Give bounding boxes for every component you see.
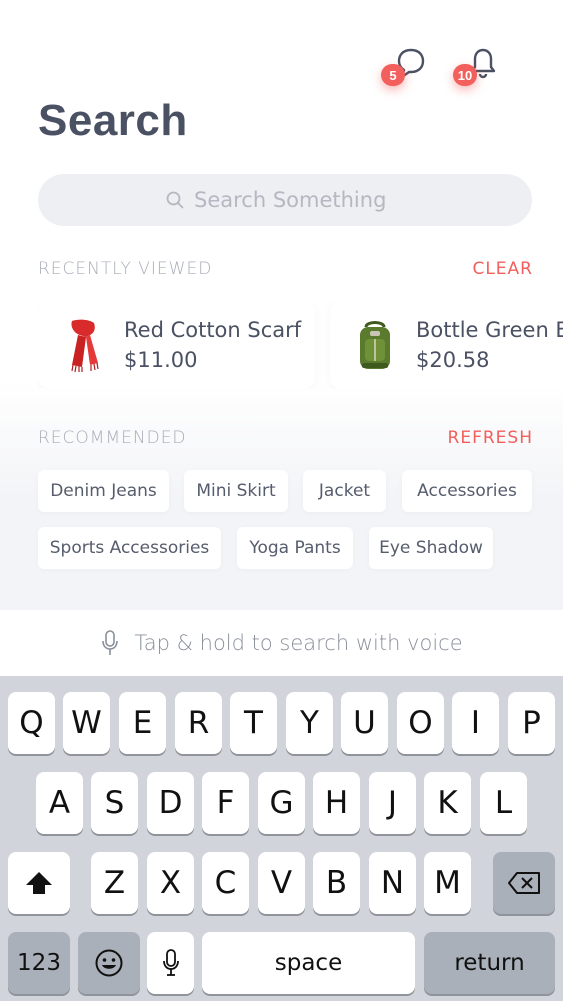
key-c[interactable]: C xyxy=(202,852,249,914)
recent-item-name: Bottle Green Ba xyxy=(416,318,563,342)
key-l[interactable]: L xyxy=(480,772,527,834)
chip-sports-accessories[interactable]: Sports Accessories xyxy=(38,527,221,569)
key-b[interactable]: B xyxy=(313,852,360,914)
key-h[interactable]: H xyxy=(313,772,360,834)
key-w[interactable]: W xyxy=(63,692,110,754)
refresh-button[interactable]: REFRESH xyxy=(448,428,533,448)
shift-key[interactable] xyxy=(8,852,70,914)
microphone-icon xyxy=(102,630,119,655)
space-key[interactable]: space xyxy=(202,932,415,994)
key-j[interactable]: J xyxy=(369,772,416,834)
numbers-key[interactable]: 123 xyxy=(8,932,70,994)
notifications-badge: 10 xyxy=(453,64,477,86)
backspace-key[interactable] xyxy=(493,852,555,914)
key-n[interactable]: N xyxy=(369,852,416,914)
key-q[interactable]: Q xyxy=(8,692,55,754)
search-input[interactable] xyxy=(194,188,404,212)
chip-eye-shadow[interactable]: Eye Shadow xyxy=(369,527,493,569)
key-t[interactable]: T xyxy=(230,692,277,754)
key-s[interactable]: S xyxy=(91,772,138,834)
key-k[interactable]: K xyxy=(424,772,471,834)
emoji-key[interactable] xyxy=(78,932,140,994)
chip-accessories[interactable]: Accessories xyxy=(402,470,532,512)
recent-item-text: Bottle Green Ba $20.58 xyxy=(416,318,563,372)
recent-item-text: Red Cotton Scarf $11.00 xyxy=(124,318,301,372)
key-i[interactable]: I xyxy=(452,692,499,754)
backpack-icon xyxy=(360,321,390,369)
search-bar[interactable] xyxy=(38,174,532,226)
voice-search-bar[interactable]: Tap & hold to search with voice xyxy=(0,610,563,676)
key-m[interactable]: M xyxy=(424,852,471,914)
key-f[interactable]: F xyxy=(202,772,249,834)
chip-denim-jeans[interactable]: Denim Jeans xyxy=(38,470,169,512)
voice-hint: Tap & hold to search with voice xyxy=(134,631,463,655)
recently-viewed-list: Red Cotton Scarf $11.00 Bottle Green Ba … xyxy=(38,302,563,388)
key-u[interactable]: U xyxy=(341,692,388,754)
chip-mini-skirt[interactable]: Mini Skirt xyxy=(184,470,288,512)
recent-item-price: $20.58 xyxy=(416,348,490,372)
emoji-icon xyxy=(95,949,123,977)
dictation-key[interactable] xyxy=(147,932,194,994)
key-r[interactable]: R xyxy=(175,692,222,754)
recent-item-name: Red Cotton Scarf xyxy=(124,318,302,342)
key-a[interactable]: A xyxy=(36,772,83,834)
chip-jacket[interactable]: Jacket xyxy=(303,470,386,512)
key-d[interactable]: D xyxy=(147,772,194,834)
return-key[interactable]: return xyxy=(424,932,555,994)
page-title: Search xyxy=(38,96,188,145)
backspace-icon xyxy=(508,872,540,894)
messages-badge: 5 xyxy=(381,64,405,86)
scarf-icon xyxy=(71,319,99,373)
chip-yoga-pants[interactable]: Yoga Pants xyxy=(237,527,353,569)
keyboard: Q W E R T Y U O I P A S D F G H J K L Z … xyxy=(0,676,563,1001)
notifications-button[interactable]: 10 xyxy=(453,46,499,86)
key-e[interactable]: E xyxy=(119,692,166,754)
microphone-icon xyxy=(162,949,179,976)
key-o[interactable]: O xyxy=(397,692,444,754)
key-p[interactable]: P xyxy=(508,692,555,754)
recent-item[interactable]: Red Cotton Scarf $11.00 xyxy=(38,302,315,388)
key-z[interactable]: Z xyxy=(91,852,138,914)
key-v[interactable]: V xyxy=(258,852,305,914)
messages-button[interactable]: 5 xyxy=(381,46,427,86)
header-icons: 5 10 xyxy=(381,46,535,92)
shift-arrow-icon xyxy=(26,872,52,894)
recommended-label: RECOMMENDED xyxy=(38,428,187,448)
recently-viewed-label: RECENTLY VIEWED xyxy=(38,259,213,279)
recent-item[interactable]: Bottle Green Ba $20.58 xyxy=(330,302,563,388)
key-g[interactable]: G xyxy=(258,772,305,834)
recent-item-price: $11.00 xyxy=(124,348,198,372)
search-icon xyxy=(166,191,184,209)
key-y[interactable]: Y xyxy=(286,692,333,754)
clear-button[interactable]: CLEAR xyxy=(472,259,533,279)
key-x[interactable]: X xyxy=(147,852,194,914)
